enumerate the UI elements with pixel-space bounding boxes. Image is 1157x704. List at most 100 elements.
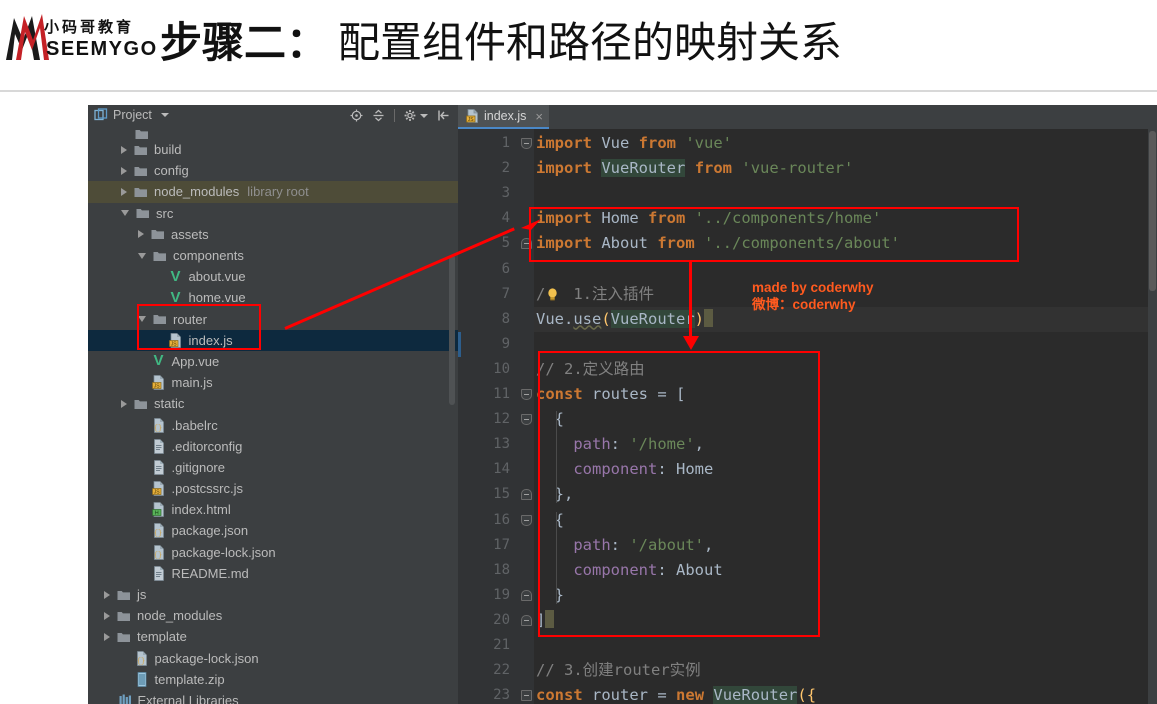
- expand-arrow-icon[interactable]: [121, 399, 127, 408]
- tree-item-components[interactable]: components: [88, 245, 458, 266]
- chevron-down-icon[interactable]: [160, 113, 169, 117]
- external-libraries-icon: [119, 694, 131, 704]
- expand-arrow-icon[interactable]: [121, 145, 127, 154]
- tree-item-router[interactable]: router: [88, 309, 458, 330]
- code-fold-marker[interactable]: [521, 389, 532, 400]
- tree-item-assets[interactable]: assets: [88, 224, 458, 245]
- code-line: path: '/home',: [573, 435, 704, 454]
- svg-text:{}: {}: [153, 530, 161, 538]
- tree-item-label: js: [137, 587, 147, 603]
- code-line: // 3.创建router实例: [536, 661, 701, 680]
- tree-item-config[interactable]: config: [88, 160, 458, 181]
- expand-arrow-icon[interactable]: [121, 187, 127, 196]
- close-icon[interactable]: ×: [535, 109, 543, 124]
- text-file-icon: [153, 565, 164, 581]
- tree-item--editorconfig[interactable]: .editorconfig: [88, 436, 458, 457]
- code-fold-marker[interactable]: [521, 138, 532, 149]
- tree-item-src[interactable]: src: [88, 203, 458, 224]
- gear-chevron-down-icon[interactable]: [420, 113, 428, 118]
- code-fold-marker[interactable]: [521, 589, 532, 601]
- tree-item-label: App.vue: [171, 353, 220, 369]
- code-fold-marker[interactable]: [521, 514, 532, 526]
- code-fold-marker[interactable]: [521, 690, 532, 702]
- code-fold-marker[interactable]: [521, 414, 532, 426]
- folder-icon: [134, 399, 147, 409]
- expand-arrow-icon[interactable]: [121, 166, 127, 175]
- tree-item-node-modules[interactable]: node_modules: [88, 605, 458, 626]
- tree-item-index-html[interactable]: Hindex.html: [88, 499, 458, 520]
- expand-arrow-icon[interactable]: [104, 590, 110, 599]
- slide-title-desc: 配置组件和路径的映射关系: [338, 17, 843, 67]
- project-toolbar: [350, 109, 450, 122]
- code-fold-marker[interactable]: [521, 614, 532, 626]
- tree-item-build[interactable]: build: [88, 139, 458, 160]
- hide-panel-icon[interactable]: [437, 109, 450, 122]
- tree-item-label: index.html: [171, 502, 231, 518]
- collapse-arrow-icon[interactable]: [138, 252, 146, 259]
- tree-item-package-lock-json[interactable]: {} package-lock.json: [88, 648, 458, 669]
- line-number: 11: [493, 386, 510, 402]
- code-fold-marker[interactable]: [521, 489, 532, 501]
- editor-tab-bar: JS index.js ×: [458, 105, 1157, 129]
- tree-item-label: package-lock.json: [171, 544, 276, 560]
- folder-icon: [151, 230, 164, 240]
- tree-scrollbar[interactable]: [449, 255, 455, 405]
- tree-item-index-js[interactable]: JS index.js: [88, 329, 458, 351]
- tree-item-node-modules[interactable]: node_modules library root: [88, 181, 458, 203]
- tree-item-package-json[interactable]: {} package.json: [88, 520, 458, 541]
- editor-scrollbar-thumb[interactable]: [1149, 131, 1156, 291]
- tree-item-readme-md[interactable]: README.md: [88, 563, 458, 584]
- expand-arrow-icon[interactable]: [104, 611, 110, 620]
- tree-item-package-lock-json[interactable]: {} package-lock.json: [88, 542, 458, 563]
- watermark-line-2: 微博：coderwhy: [752, 297, 856, 312]
- tree-item-main-js[interactable]: JS main.js: [88, 372, 458, 393]
- lightbulb-icon[interactable]: [546, 287, 559, 301]
- editor-code-area[interactable]: import Vue from 'vue' import VueRouter fr…: [534, 129, 1157, 704]
- tree-item-home-vue[interactable]: Vhome.vue: [88, 287, 458, 308]
- editor-scrollbar[interactable]: [1148, 129, 1157, 704]
- collapse-arrow-icon[interactable]: [121, 210, 129, 217]
- tree-item-template-zip[interactable]: template.zip: [88, 669, 458, 690]
- indent-guide: [556, 411, 557, 504]
- watermark-line-1: made by coderwhy: [752, 280, 874, 295]
- expand-arrow-icon[interactable]: [138, 230, 144, 239]
- project-view-icon: [94, 108, 108, 121]
- ide-window: Project build config node_modules librar…: [88, 105, 1157, 704]
- slide-title: 步骤二： 配置组件和路径的映射关系: [160, 4, 842, 74]
- tree-item--babelrc[interactable]: {} .babelrc: [88, 414, 458, 435]
- slide-root: 小码哥教育 SEEMYGO 步骤二： 配置组件和路径的映射关系 Project: [0, 0, 1157, 704]
- code-line: import Home from '../components/home': [536, 209, 882, 228]
- slide-header: 小码哥教育 SEEMYGO 步骤二： 配置组件和路径的映射关系: [0, 0, 1157, 92]
- collapse-all-icon[interactable]: [372, 109, 385, 122]
- expand-arrow-icon[interactable]: [104, 632, 110, 641]
- tree-item-js[interactable]: js: [88, 584, 458, 605]
- line-number: 16: [493, 511, 510, 528]
- tree-item-external-libraries[interactable]: External Libraries: [88, 690, 458, 704]
- line-number: 6: [501, 260, 510, 277]
- tree-item-template[interactable]: template: [88, 626, 458, 647]
- code-fold-marker[interactable]: [521, 238, 532, 250]
- slide-title-step: 步骤二：: [160, 17, 329, 67]
- gear-icon[interactable]: [404, 109, 417, 122]
- project-title-group[interactable]: Project: [94, 108, 169, 122]
- tab-index-js[interactable]: JS index.js ×: [458, 105, 549, 129]
- collapse-arrow-icon[interactable]: [138, 316, 146, 323]
- line-number: 9: [501, 335, 510, 352]
- code-line: ]: [536, 608, 555, 633]
- svg-text:JS: JS: [468, 117, 475, 123]
- tree-item-app-vue[interactable]: V App.vue: [88, 351, 458, 372]
- tree-item-static[interactable]: static: [88, 393, 458, 414]
- svg-text:H: H: [154, 511, 158, 517]
- tree-item--gitignore[interactable]: .gitignore: [88, 457, 458, 478]
- project-panel: Project build config node_modules librar…: [88, 105, 458, 704]
- tree-item-partial[interactable]: [88, 129, 458, 139]
- tree-item--postcssrc-js[interactable]: JS .postcssrc.js: [88, 478, 458, 499]
- editor-change-marker: [458, 331, 461, 357]
- project-file-tree[interactable]: build config node_modules library root src as…: [88, 129, 458, 704]
- locate-icon[interactable]: [350, 109, 363, 122]
- editor-fold-column[interactable]: [518, 129, 534, 704]
- svg-text:{}: {}: [153, 552, 161, 560]
- line-number: 7: [501, 285, 510, 302]
- svg-text:{}: {}: [153, 425, 161, 433]
- html-file-icon: H: [151, 502, 164, 518]
